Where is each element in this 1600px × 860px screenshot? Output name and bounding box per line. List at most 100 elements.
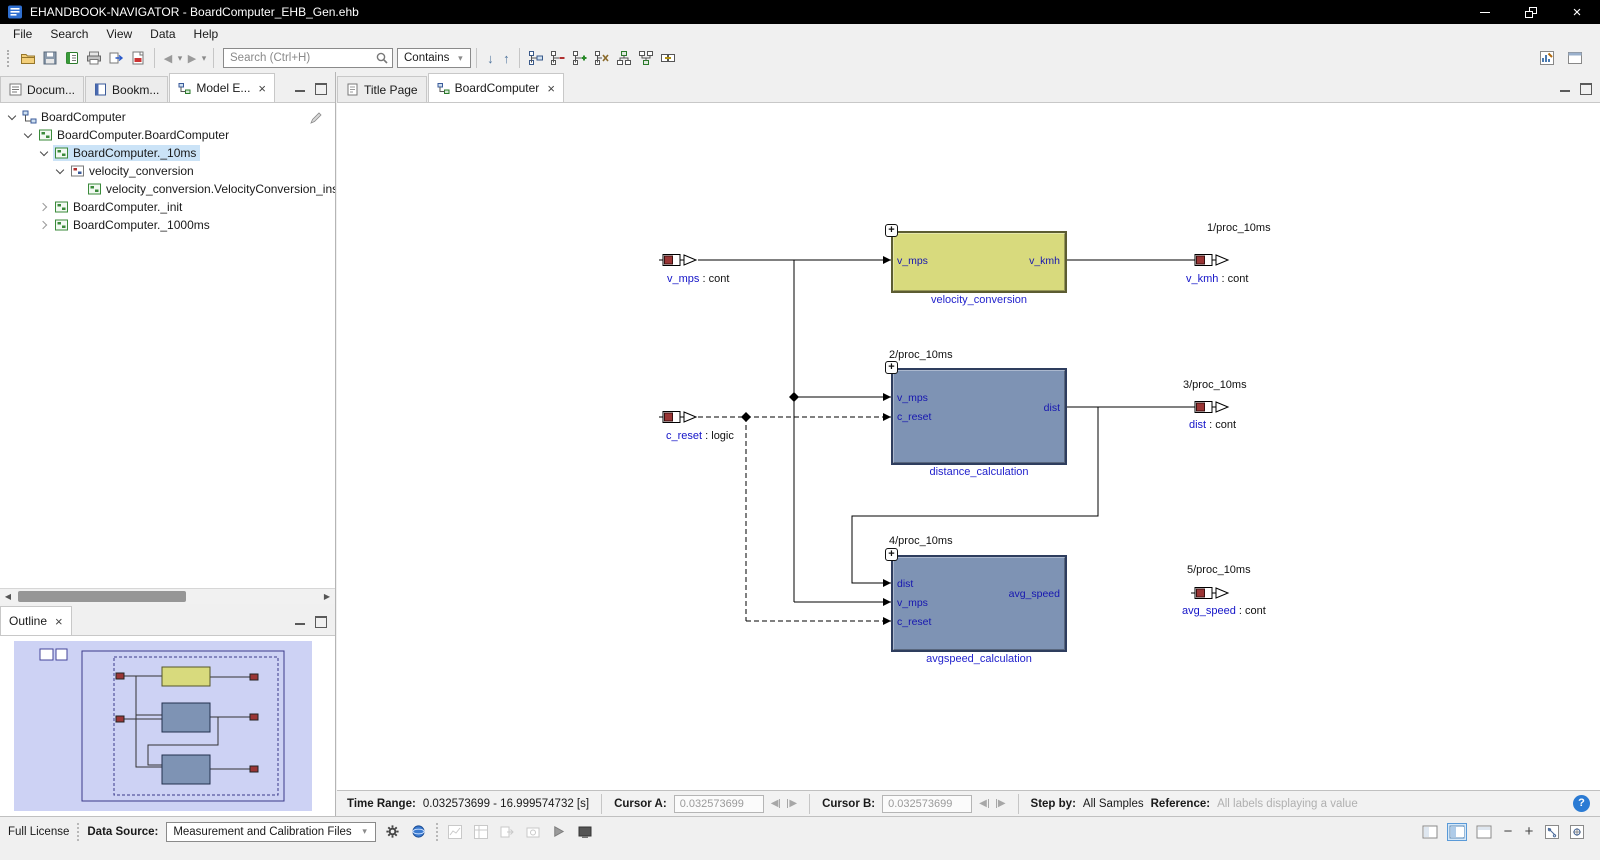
outline-thumbnail[interactable] <box>14 641 312 811</box>
scroll-left-icon[interactable]: ◀ <box>0 589 16 605</box>
table-view-icon[interactable] <box>472 823 490 841</box>
snapshot-icon[interactable] <box>524 823 542 841</box>
tab-outline[interactable]: Outline × <box>0 606 72 635</box>
data-settings-gear-icon[interactable] <box>384 823 402 841</box>
export-data-icon[interactable] <box>498 823 516 841</box>
block-velocity-conversion[interactable]: v_mps v_kmh <box>891 231 1067 293</box>
tab-boardcomputer[interactable]: BoardComputer × <box>428 73 564 102</box>
forward-icon[interactable]: ▶ <box>184 52 200 65</box>
cursor-b-input[interactable] <box>882 795 972 813</box>
search-input[interactable] <box>223 48 393 68</box>
link-with-editor-icon[interactable] <box>657 47 679 69</box>
chevron-right-icon[interactable] <box>40 221 49 230</box>
print-icon[interactable] <box>83 47 105 69</box>
tab-documents[interactable]: Docum... <box>0 76 84 102</box>
scroll-right-icon[interactable]: ▶ <box>319 589 335 605</box>
minimize-window-button[interactable] <box>1462 0 1508 24</box>
tree-item-velocity-conversion[interactable]: velocity_conversion <box>0 162 335 180</box>
open-block-button[interactable]: + <box>885 361 898 374</box>
input-port-symbol[interactable] <box>659 253 699 267</box>
zoom-out-button[interactable]: − <box>1501 825 1515 839</box>
help-button[interactable]: ? <box>1573 795 1590 812</box>
close-tab-icon[interactable]: × <box>258 82 266 95</box>
open-block-button[interactable]: + <box>885 548 898 561</box>
search-mode-dropdown[interactable]: Contains ▾ <box>397 48 471 68</box>
maximize-view-icon[interactable] <box>313 615 328 627</box>
new-window-icon[interactable] <box>1564 47 1586 69</box>
cursor-a-previous-button[interactable]: ◀ <box>771 798 781 809</box>
back-icon[interactable]: ◀ <box>160 52 176 65</box>
maximize-view-icon[interactable] <box>1578 82 1593 94</box>
layout-full-icon[interactable] <box>1474 823 1494 841</box>
tree-item-boardcomputer-init[interactable]: BoardComputer._init <box>0 198 335 216</box>
tab-title-page[interactable]: Title Page <box>337 76 427 102</box>
tab-model-explorer[interactable]: Model E... × <box>169 73 275 102</box>
instrument-edit-icon[interactable] <box>1536 47 1558 69</box>
search-icon[interactable] <box>375 51 389 68</box>
expand-all-icon[interactable] <box>569 47 591 69</box>
play-icon[interactable] <box>550 823 568 841</box>
collapse-subtree-icon[interactable] <box>547 47 569 69</box>
expand-subtree-icon[interactable] <box>525 47 547 69</box>
collapse-all-icon[interactable] <box>591 47 613 69</box>
step-by-value[interactable]: All Samples <box>1083 798 1144 810</box>
zoom-level-icon[interactable] <box>1543 823 1561 841</box>
tree-item-boardcomputer-boardcomputer[interactable]: BoardComputer.BoardComputer <box>0 126 335 144</box>
data-source-dropdown[interactable]: Measurement and Calibration Files ▾ <box>166 822 375 842</box>
close-window-button[interactable]: × <box>1554 0 1600 24</box>
save-icon[interactable] <box>39 47 61 69</box>
forward-history-dropdown-icon[interactable]: ▾ <box>200 53 208 64</box>
edit-pencil-icon[interactable] <box>308 110 323 128</box>
fit-to-window-icon[interactable] <box>1568 823 1586 841</box>
tree-item-boardcomputer-10ms[interactable]: BoardComputer._10ms <box>0 144 335 162</box>
maximize-view-icon[interactable] <box>313 82 328 94</box>
open-block-button[interactable]: + <box>885 224 898 237</box>
pdf-report-icon[interactable] <box>127 47 149 69</box>
tab-bookmarks[interactable]: Bookm... <box>85 76 168 102</box>
restore-window-button[interactable] <box>1508 0 1554 24</box>
menu-help[interactable]: Help <box>185 25 228 43</box>
output-port-symbol[interactable] <box>1191 400 1231 414</box>
scrollbar-thumb[interactable] <box>18 591 186 602</box>
scrollbar-track[interactable] <box>16 589 319 604</box>
block-avgspeed-calculation[interactable]: dist v_mps c_reset avg_speed <box>891 555 1067 652</box>
back-history-dropdown-icon[interactable]: ▾ <box>176 53 184 64</box>
layout-split-icon[interactable] <box>1447 823 1467 841</box>
cursor-b-previous-button[interactable]: ◀ <box>979 798 989 809</box>
menu-data[interactable]: Data <box>141 25 184 43</box>
show-parents-icon[interactable] <box>613 47 635 69</box>
next-match-icon[interactable]: ↓ <box>482 51 498 66</box>
output-port-symbol[interactable] <box>1191 253 1231 267</box>
cursor-a-next-button[interactable]: ▶ <box>787 798 797 809</box>
diagram-canvas[interactable]: v_mps : cont c_reset : logic v_mps v_kmh… <box>337 103 1600 790</box>
cursor-a-input[interactable] <box>674 795 764 813</box>
signal-chart-icon[interactable] <box>446 823 464 841</box>
tree-item-boardcomputer-1000ms[interactable]: BoardComputer._1000ms <box>0 216 335 234</box>
data-view-icon[interactable] <box>410 823 428 841</box>
minimize-view-icon[interactable] <box>1558 82 1573 94</box>
horizontal-scrollbar[interactable]: ◀ ▶ <box>0 588 335 604</box>
cursor-b-next-button[interactable]: ▶ <box>996 798 1006 809</box>
export-icon[interactable] <box>105 47 127 69</box>
close-tab-icon[interactable]: × <box>547 82 555 95</box>
book-icon[interactable] <box>61 47 83 69</box>
chevron-right-icon[interactable] <box>40 203 49 212</box>
reference-value[interactable]: All labels displaying a value <box>1217 798 1358 810</box>
output-port-symbol[interactable] <box>1191 586 1231 600</box>
layout-single-icon[interactable] <box>1420 823 1440 841</box>
menu-search[interactable]: Search <box>41 25 97 43</box>
tree-item-boardcomputer[interactable]: BoardComputer <box>0 108 335 126</box>
minimize-view-icon[interactable] <box>293 615 308 627</box>
close-tab-icon[interactable]: × <box>55 615 63 628</box>
block-distance-calculation[interactable]: v_mps c_reset dist <box>891 368 1067 465</box>
minimize-view-icon[interactable] <box>293 82 308 94</box>
chevron-down-icon[interactable] <box>56 167 65 176</box>
previous-match-icon[interactable]: ↑ <box>498 51 514 66</box>
chevron-down-icon[interactable] <box>40 149 49 158</box>
show-children-icon[interactable] <box>635 47 657 69</box>
menu-view[interactable]: View <box>97 25 141 43</box>
open-file-icon[interactable] <box>17 47 39 69</box>
tree-item-velocityconversion-inst[interactable]: velocity_conversion.VelocityConversion_i… <box>0 180 335 198</box>
chevron-down-icon[interactable] <box>8 113 17 122</box>
chevron-down-icon[interactable] <box>24 131 33 140</box>
